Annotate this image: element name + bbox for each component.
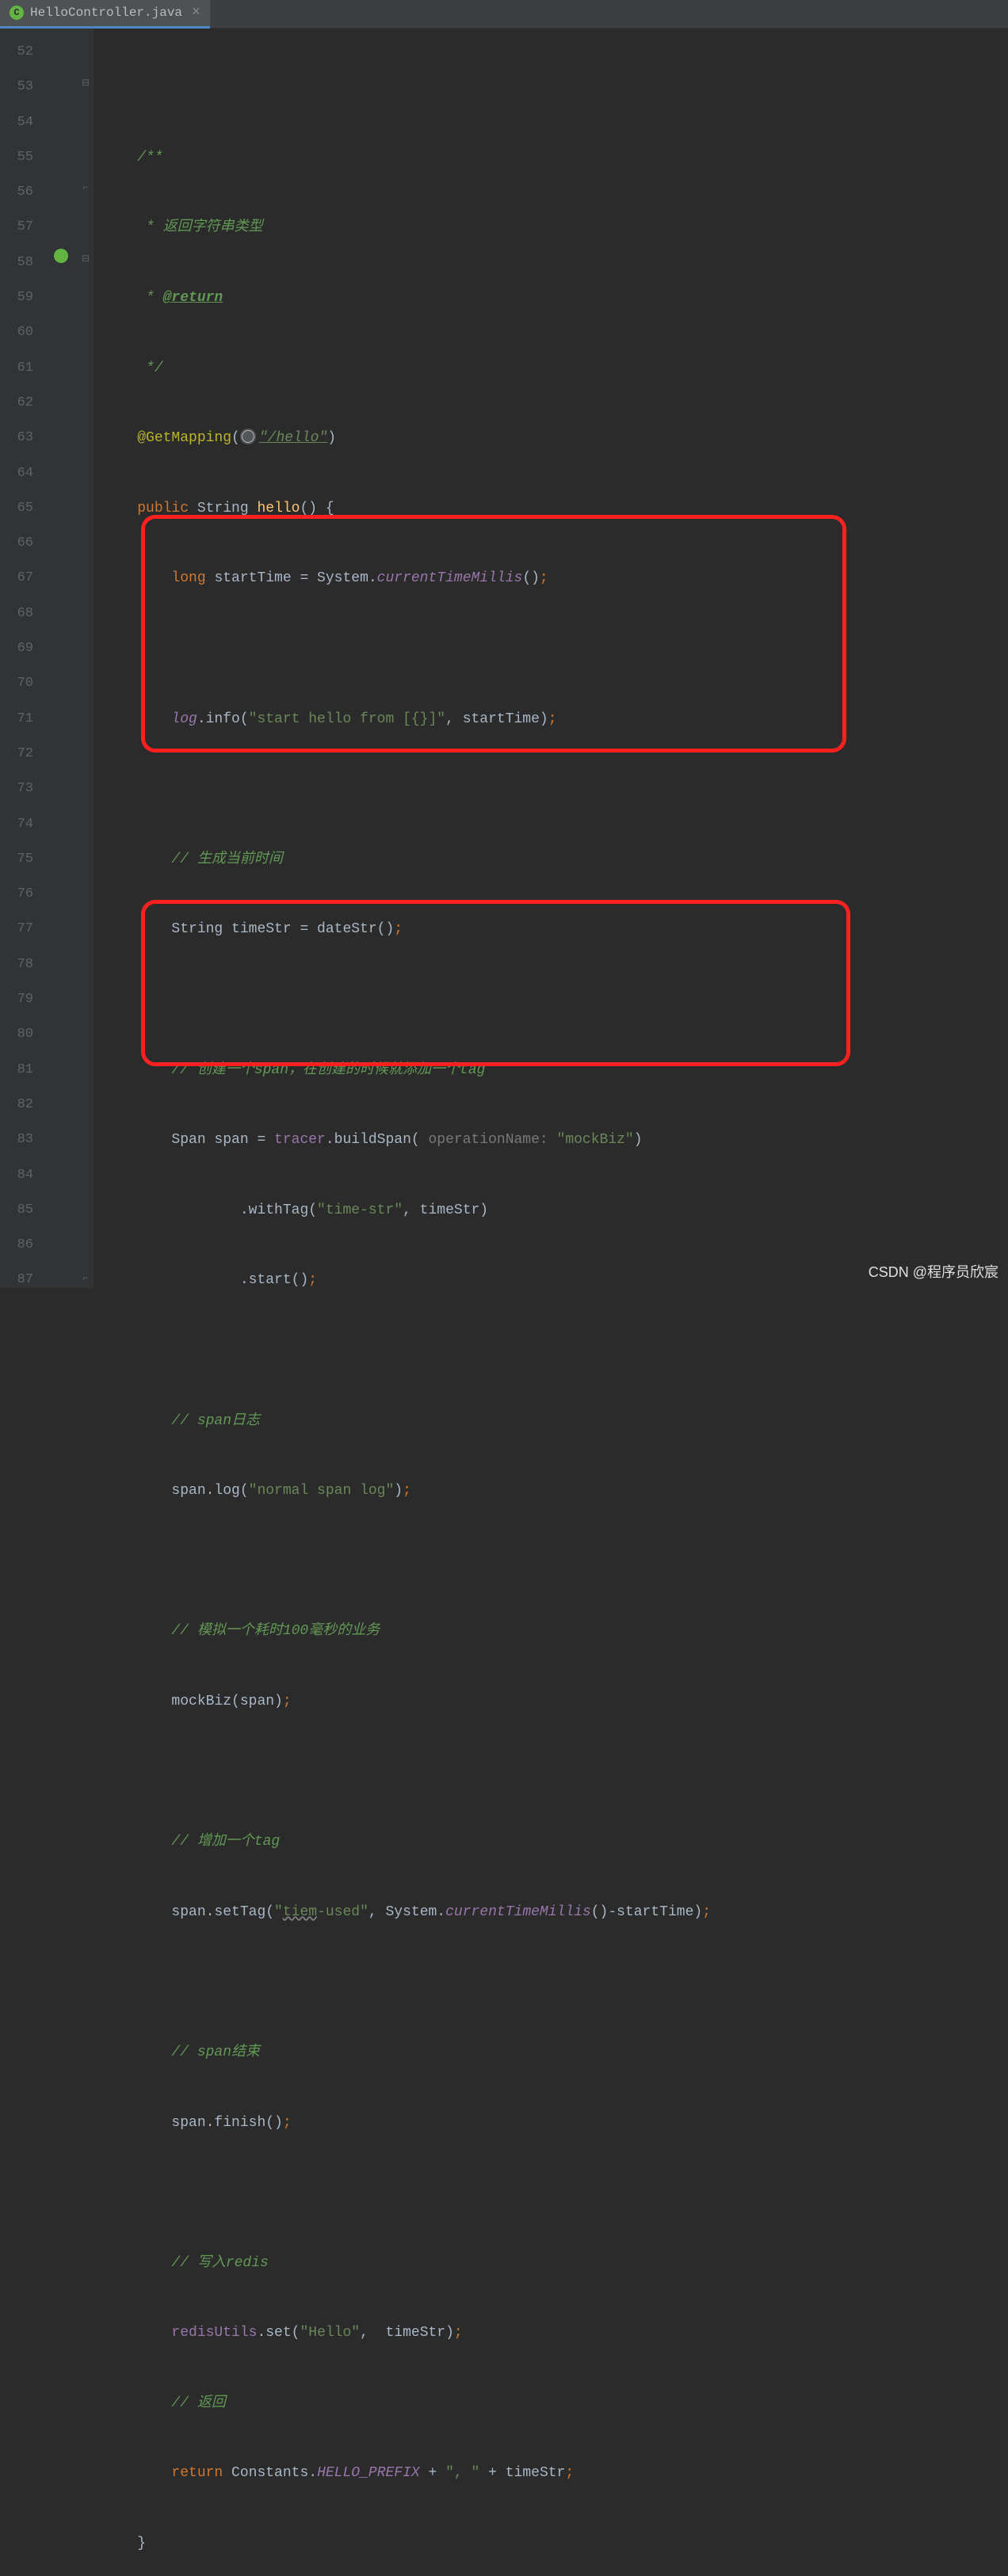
fold-gutter: ⊟ ⌐ ⊟ ⌐	[79, 29, 94, 1288]
fold-end-icon[interactable]: ⌐	[81, 183, 90, 192]
comment: // 模拟一个耗时100毫秒的业务	[171, 1623, 380, 1639]
typo-warning: tiem	[283, 1904, 317, 1920]
fold-collapse-icon[interactable]: ⊟	[81, 78, 90, 87]
line-number: 64	[0, 456, 48, 491]
comment: // 写入redis	[171, 2255, 268, 2271]
line-number: 78	[0, 947, 48, 982]
icon-gutter	[48, 29, 79, 1288]
line-number: 70	[0, 666, 48, 701]
class-icon: C	[10, 6, 24, 20]
comment: // span日志	[171, 1413, 260, 1429]
line-number: 62	[0, 386, 48, 421]
line-number: 53	[0, 70, 48, 105]
static-field: HELLO_PREFIX	[317, 2465, 420, 2481]
tab-bar: C HelloController.java ×	[0, 0, 1008, 29]
line-number: 56	[0, 175, 48, 210]
line-number: 75	[0, 842, 48, 877]
editor: 52 53 54 55 56 57 58 59 60 61 62 63 64 6…	[0, 29, 1008, 1288]
close-icon[interactable]: ×	[192, 5, 200, 21]
url-string: "/hello"	[259, 430, 327, 446]
line-number: 71	[0, 702, 48, 737]
string-literal: "mockBiz"	[557, 1132, 634, 1148]
code-area[interactable]: /** * 返回字符串类型 * @return */ @GetMapping("…	[94, 29, 1008, 1288]
line-number: 68	[0, 596, 48, 631]
string-literal: ", "	[445, 2465, 479, 2481]
line-number: 69	[0, 631, 48, 666]
line-number: 73	[0, 772, 48, 806]
fold-collapse-icon[interactable]: ⊟	[81, 253, 90, 263]
static-method: currentTimeMillis	[445, 1904, 591, 1920]
keyword: return	[171, 2465, 231, 2481]
line-number: 85	[0, 1193, 48, 1228]
line-number: 61	[0, 351, 48, 386]
tab-active[interactable]: C HelloController.java ×	[0, 0, 210, 29]
string-literal: "time-str"	[317, 1202, 403, 1218]
line-number: 57	[0, 210, 48, 245]
line-number: 72	[0, 737, 48, 772]
line-number: 82	[0, 1088, 48, 1122]
line-number: 65	[0, 491, 48, 526]
url-mapping-icon[interactable]	[240, 429, 256, 444]
line-number: 86	[0, 1228, 48, 1263]
line-number: 87	[0, 1263, 48, 1298]
line-number: 63	[0, 421, 48, 455]
field-ref: redisUtils	[171, 2325, 257, 2341]
annotation: @GetMapping	[137, 430, 231, 446]
bean-gutter-icon[interactable]	[54, 249, 68, 263]
line-number: 52	[0, 35, 48, 70]
line-number: 67	[0, 561, 48, 596]
string-literal: "Hello"	[300, 2325, 360, 2341]
line-number: 77	[0, 912, 48, 947]
tab-filename: HelloController.java	[30, 6, 182, 20]
line-number: 66	[0, 526, 48, 561]
comment: // 生成当前时间	[171, 852, 282, 867]
line-number: 79	[0, 982, 48, 1017]
watermark: CSDN @程序员欣宸	[869, 1261, 998, 1282]
comment: // span结束	[171, 2044, 260, 2060]
line-number: 54	[0, 105, 48, 140]
string-literal: "start hello from [{}]"	[249, 711, 445, 727]
comment: // 增加一个tag	[171, 1834, 280, 1850]
line-number: 55	[0, 140, 48, 175]
javadoc-end: */	[137, 360, 162, 376]
string-literal: "normal span log"	[249, 1483, 395, 1499]
comment: // 创建一个span，在创建的时候就添加一个tag	[171, 1062, 485, 1078]
keyword: public	[137, 501, 197, 516]
javadoc-line: * 返回字符串类型	[137, 219, 262, 235]
line-number: 74	[0, 807, 48, 842]
static-method: currentTimeMillis	[377, 570, 523, 586]
field-ref: tracer	[274, 1132, 326, 1148]
method-name: hello	[257, 501, 300, 516]
line-number: 76	[0, 877, 48, 912]
line-number: 59	[0, 280, 48, 315]
line-number: 84	[0, 1158, 48, 1193]
comment: // 返回	[171, 2395, 225, 2411]
line-number: 81	[0, 1053, 48, 1088]
param-hint: operationName:	[420, 1132, 557, 1148]
line-number: 80	[0, 1017, 48, 1052]
javadoc-line: * @return	[137, 290, 223, 306]
line-number-gutter: 52 53 54 55 56 57 58 59 60 61 62 63 64 6…	[0, 29, 48, 1288]
line-number: 58	[0, 246, 48, 280]
keyword: long	[171, 570, 214, 586]
line-number: 83	[0, 1122, 48, 1157]
line-number: 60	[0, 315, 48, 350]
fold-end-icon[interactable]: ⌐	[81, 1274, 90, 1283]
field-ref: log	[171, 711, 197, 727]
javadoc-start: /**	[137, 150, 162, 166]
